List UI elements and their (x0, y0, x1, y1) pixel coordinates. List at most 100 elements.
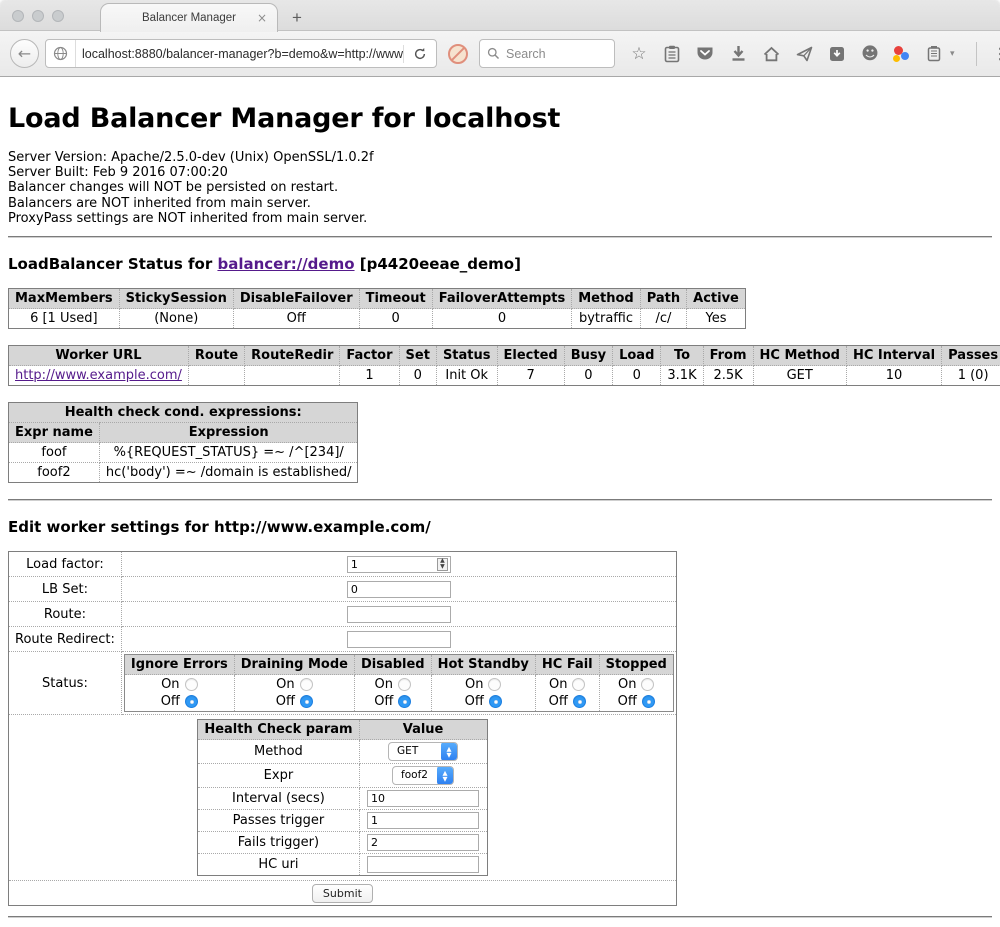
reading-list-icon[interactable] (662, 44, 682, 64)
balancer-demo-link[interactable]: balancer://demo (217, 255, 354, 273)
chat-icon[interactable]: ☻ (860, 44, 880, 64)
hc-params-cell: Health Check param Value Method GET▲▼ Ex… (9, 715, 677, 881)
column-header: Health Check param (198, 720, 359, 740)
globe-icon[interactable] (46, 40, 76, 67)
lb-set-input[interactable] (347, 581, 451, 598)
minimize-window-button[interactable] (32, 10, 44, 22)
column-header: Disabled (354, 655, 431, 675)
send-icon[interactable] (794, 44, 814, 64)
column-header: Busy (564, 346, 612, 366)
adblock-icon[interactable] (447, 43, 469, 65)
worker-url-link[interactable]: http://www.example.com/ (15, 368, 182, 383)
expression-cell: %{REQUEST_STATUS} =~ /^[234]/ (99, 443, 358, 463)
routeredir-cell (245, 366, 340, 386)
table-header-row: Expr name Expression (9, 423, 358, 443)
downloads-icon[interactable] (728, 44, 748, 64)
back-button[interactable]: ← (10, 39, 39, 68)
number-stepper-icon[interactable]: ▲▼ (437, 558, 448, 571)
divider (8, 499, 992, 501)
failoverattempts-cell: 0 (432, 309, 572, 329)
disabled-off-radio[interactable] (398, 695, 411, 708)
method-select[interactable]: GET▲▼ (388, 742, 458, 761)
expr-row: foof2 hc('body') =~ /domain is establish… (9, 463, 358, 483)
passes-param-cell (359, 810, 487, 832)
home-icon[interactable] (761, 44, 781, 64)
search-input[interactable]: Search (506, 47, 546, 61)
stopped-on-radio[interactable] (641, 678, 654, 691)
expression-cell: hc('body') =~ /domain is established/ (99, 463, 358, 483)
disablefailover-cell: Off (233, 309, 359, 329)
method-cell: bytraffic (572, 309, 640, 329)
route-input[interactable] (347, 606, 451, 623)
search-field[interactable]: Search (479, 39, 615, 68)
passes-input[interactable] (367, 812, 479, 829)
colored-dots-icon[interactable] (893, 45, 911, 63)
draining-mode-on-radio[interactable] (300, 678, 313, 691)
reload-button[interactable] (404, 40, 436, 67)
container-dropdown-caret-icon[interactable]: ▾ (950, 49, 955, 59)
ignore-errors-radios: On Off (124, 675, 234, 712)
tab-close-icon[interactable]: × (257, 11, 267, 25)
param-row: Fails trigger) (198, 832, 487, 854)
url-input[interactable]: localhost:8880/balancer-manager?b=demo&w… (76, 47, 403, 61)
expr-param-label: Expr (198, 764, 359, 788)
param-row: Method GET▲▼ (198, 740, 487, 764)
container-icon[interactable] (924, 44, 944, 64)
hc-expr-table-title: Health check cond. expressions: (9, 403, 358, 423)
zoom-window-button[interactable] (52, 10, 64, 22)
health-check-expressions-table: Health check cond. expressions: Expr nam… (8, 402, 358, 483)
new-tab-button[interactable]: + (292, 8, 302, 28)
hc-fail-on-radio[interactable] (572, 678, 585, 691)
hc-fail-radios: On Off (535, 675, 599, 712)
column-header: Ignore Errors (124, 655, 234, 675)
radio-on-label: On (618, 676, 636, 693)
hc-params-row: Health Check param Value Method GET▲▼ Ex… (9, 715, 677, 881)
stopped-off-radio[interactable] (642, 695, 655, 708)
column-header: Stopped (599, 655, 673, 675)
column-header: DisableFailover (233, 289, 359, 309)
toolbar-separator (976, 42, 977, 66)
radio-on-label: On (276, 676, 294, 693)
disabled-on-radio[interactable] (398, 678, 411, 691)
hot-standby-off-radio[interactable] (489, 695, 502, 708)
draining-mode-off-radio[interactable] (300, 695, 313, 708)
radio-off-label: Off (549, 693, 568, 710)
radio-on-label: On (161, 676, 179, 693)
from-cell: 2.5K (703, 366, 753, 386)
route-redirect-input[interactable] (347, 631, 451, 648)
url-bar[interactable]: localhost:8880/balancer-manager?b=demo&w… (45, 39, 437, 68)
hc-uri-param-cell (359, 854, 487, 876)
expr-select[interactable]: foof2▲▼ (392, 766, 454, 785)
worker-status-table: Worker URL Route RouteRedir Factor Set S… (8, 345, 1000, 386)
ignore-errors-off-radio[interactable] (185, 695, 198, 708)
hc-method-cell: GET (753, 366, 846, 386)
radio-off-label: Off (465, 693, 484, 710)
tab-balancer-manager[interactable]: Balancer Manager × (100, 3, 278, 32)
submit-button[interactable]: Submit (312, 884, 373, 903)
factor-cell: 1 (340, 366, 399, 386)
ignore-errors-on-radio[interactable] (185, 678, 198, 691)
worker-row: http://www.example.com/ 1 0 Init Ok 7 0 … (9, 366, 1000, 386)
path-cell: /c/ (640, 309, 686, 329)
load-factor-cell: ▲▼ (121, 552, 676, 577)
load-factor-input[interactable] (347, 556, 451, 573)
navigation-toolbar: ← localhost:8880/balancer-manager?b=demo… (0, 31, 1000, 77)
screenshot-icon[interactable] (827, 44, 847, 64)
column-header: HC Interval (846, 346, 941, 366)
close-window-button[interactable] (12, 10, 24, 22)
interval-input[interactable] (367, 790, 479, 807)
balancers-inherit-line: Balancers are NOT inherited from main se… (8, 196, 992, 211)
column-header: Timeout (359, 289, 432, 309)
hc-fail-off-radio[interactable] (573, 695, 586, 708)
fails-param-cell (359, 832, 487, 854)
column-header: Route (188, 346, 244, 366)
column-header: HC Fail (535, 655, 599, 675)
bookmark-star-icon[interactable]: ☆ (629, 44, 649, 64)
pocket-icon[interactable] (695, 44, 715, 64)
fails-input[interactable] (367, 834, 479, 851)
back-icon: ← (18, 44, 31, 63)
health-check-params-table: Health Check param Value Method GET▲▼ Ex… (197, 719, 487, 876)
hot-standby-on-radio[interactable] (488, 678, 501, 691)
hc-uri-input[interactable] (367, 856, 479, 873)
column-header: Path (640, 289, 686, 309)
